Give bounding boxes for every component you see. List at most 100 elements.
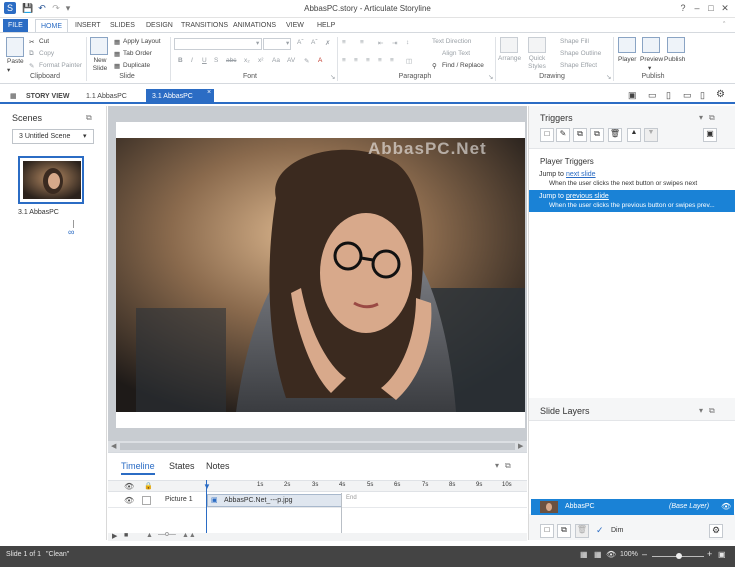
settings-gear-icon[interactable]: ⚙	[716, 89, 725, 100]
copy-icon[interactable]: ⧉	[29, 50, 34, 58]
layer-visibility-icon[interactable]: 👁	[721, 502, 731, 511]
panel-popout-icon[interactable]: ⧉	[709, 406, 715, 416]
trigger-variables-icon[interactable]: ▣	[703, 128, 717, 142]
cut-button[interactable]: Cut	[39, 38, 49, 45]
device-desktop-icon[interactable]: ▣	[628, 90, 637, 101]
row-lock-checkbox[interactable]	[142, 496, 151, 505]
paste-dropdown-icon[interactable]: ▾	[7, 66, 10, 74]
zoom-in-icon[interactable]: +	[707, 549, 712, 559]
duplicate-layer-icon[interactable]: ⧉	[557, 524, 571, 538]
canvas-scrollbar[interactable]: ◀ ▶	[108, 441, 527, 452]
text-direction-button[interactable]: Text Direction	[432, 38, 471, 45]
text-highlight-icon[interactable]: ✎	[304, 57, 309, 65]
change-case-icon[interactable]: Aa	[272, 57, 280, 64]
font-dialog-launcher-icon[interactable]: ↘	[330, 73, 335, 81]
font-name-dropdown-icon[interactable]: ▾	[256, 39, 259, 47]
panel-menu-icon[interactable]: ▾	[699, 406, 703, 415]
italic-icon[interactable]: I	[191, 57, 193, 64]
delete-trigger-icon[interactable]: 🗑	[608, 128, 622, 142]
align-text-button[interactable]: Align Text	[442, 50, 470, 57]
clear-format-icon[interactable]: ✗	[325, 39, 330, 47]
close-tab-icon[interactable]: ×	[207, 89, 211, 96]
edit-trigger-icon[interactable]: ✎	[556, 128, 570, 142]
normal-view-icon[interactable]: ▦	[580, 550, 588, 559]
arrange-button[interactable]: Arrange	[498, 55, 521, 62]
font-name-input[interactable]	[174, 38, 262, 50]
copy-trigger-icon[interactable]: ⧉	[573, 128, 587, 142]
character-spacing-icon[interactable]: AV	[287, 57, 295, 64]
tab-design[interactable]: DESIGN	[141, 19, 178, 32]
format-painter-icon[interactable]: ✎	[29, 62, 34, 70]
player-icon[interactable]	[618, 37, 636, 53]
tab-states[interactable]: States	[169, 461, 195, 471]
scrollbar-thumb[interactable]	[120, 443, 515, 450]
publish-icon[interactable]	[667, 37, 685, 53]
zoom-in-timeline-icon[interactable]: ▲▲	[182, 532, 196, 539]
find-icon[interactable]: ⚲	[432, 62, 437, 70]
close-icon[interactable]: ✕	[718, 2, 732, 15]
format-painter-button[interactable]: Format Painter	[39, 62, 82, 69]
increase-indent-icon[interactable]: ⇥	[392, 39, 397, 47]
tab-story-view[interactable]: STORY VIEW	[20, 89, 75, 104]
move-up-icon[interactable]: ▲	[627, 128, 641, 142]
new-layer-icon[interactable]: □	[540, 524, 554, 538]
trigger-target-link[interactable]: next slide	[566, 171, 596, 178]
zoom-out-icon[interactable]: –	[642, 549, 647, 559]
font-size-dropdown-icon[interactable]: ▾	[286, 39, 289, 47]
tab-timeline[interactable]: Timeline	[121, 461, 155, 475]
arrange-icon[interactable]	[500, 37, 518, 53]
quick-styles-button[interactable]: Quick Styles	[525, 55, 549, 71]
strikethrough-icon[interactable]: abc	[226, 57, 236, 64]
fit-to-window-icon[interactable]: ▣	[718, 550, 726, 559]
drawing-dialog-launcher-icon[interactable]: ↘	[606, 73, 611, 81]
tab-order-icon[interactable]: ▦	[114, 50, 120, 58]
align-left-icon[interactable]: ≡	[342, 57, 346, 64]
line-spacing-icon[interactable]: ↕	[406, 39, 409, 46]
align-right-icon[interactable]: ≡	[366, 57, 370, 64]
duplicate-button[interactable]: Duplicate	[123, 62, 150, 69]
new-slide-button[interactable]: New Slide	[89, 57, 111, 73]
base-layer-row[interactable]: AbbasPC (Base Layer) 👁	[531, 499, 734, 515]
tab-transitions[interactable]: TRANSITIONS	[176, 19, 233, 32]
decrease-indent-icon[interactable]: ⇤	[378, 39, 383, 47]
align-center-icon[interactable]: ≡	[354, 57, 358, 64]
device-tablet-landscape-icon[interactable]: ▭	[648, 90, 657, 101]
panel-menu-icon[interactable]: ▾	[699, 113, 703, 122]
delete-layer-icon[interactable]: 🗑	[575, 524, 589, 538]
trigger-item[interactable]: Jump to next slide When the user clicks …	[529, 168, 735, 190]
duplicate-icon[interactable]: ▦	[114, 62, 120, 70]
device-tablet-portrait-icon[interactable]: ▯	[666, 90, 671, 101]
tab-slides[interactable]: SLIDES	[105, 19, 140, 32]
copy-button[interactable]: Copy	[39, 50, 54, 57]
find-replace-button[interactable]: Find / Replace	[442, 62, 484, 69]
tab-slide-3-1[interactable]: 3.1 AbbasPC	[146, 89, 214, 104]
panel-popout-icon[interactable]: ⧉	[709, 113, 715, 123]
timeline-clip[interactable]: ▣ AbbasPC.Net_---p.jpg	[207, 494, 342, 507]
publish-button[interactable]: Publish	[664, 56, 685, 63]
superscript-icon[interactable]: x²	[258, 57, 263, 64]
new-slide-icon[interactable]	[90, 37, 108, 55]
minimize-icon[interactable]: –	[690, 2, 704, 15]
preview-button[interactable]: Preview	[640, 56, 663, 63]
lock-icon[interactable]: 🔒	[144, 482, 153, 490]
quick-styles-icon[interactable]	[528, 37, 546, 53]
paragraph-dialog-launcher-icon[interactable]: ↘	[488, 73, 493, 81]
tab-slide-1-1[interactable]: 1.1 AbbasPC	[80, 89, 133, 104]
tab-help[interactable]: HELP	[312, 19, 340, 32]
paste-trigger-icon[interactable]: ⧉	[590, 128, 604, 142]
stop-icon[interactable]: ■	[124, 532, 128, 539]
help-icon[interactable]: ?	[676, 2, 690, 15]
tab-insert[interactable]: INSERT	[70, 19, 106, 32]
slide-picture[interactable]	[116, 138, 525, 412]
shape-effect-button[interactable]: Shape Effect	[560, 62, 597, 69]
slide-thumbnail[interactable]	[18, 156, 84, 204]
tab-order-button[interactable]: Tab Order	[123, 50, 152, 57]
trigger-target-link[interactable]: previous slide	[566, 193, 609, 200]
bold-icon[interactable]: B	[178, 57, 183, 64]
device-phone-landscape-icon[interactable]: ▭	[683, 90, 692, 101]
move-down-icon[interactable]: ▼	[644, 128, 658, 142]
eye-icon[interactable]: 👁	[124, 482, 134, 491]
trigger-item-selected[interactable]: Jump to previous slide When the user cli…	[529, 190, 735, 212]
distribute-icon[interactable]: ≡	[390, 57, 394, 64]
shape-fill-button[interactable]: Shape Fill	[560, 38, 589, 45]
